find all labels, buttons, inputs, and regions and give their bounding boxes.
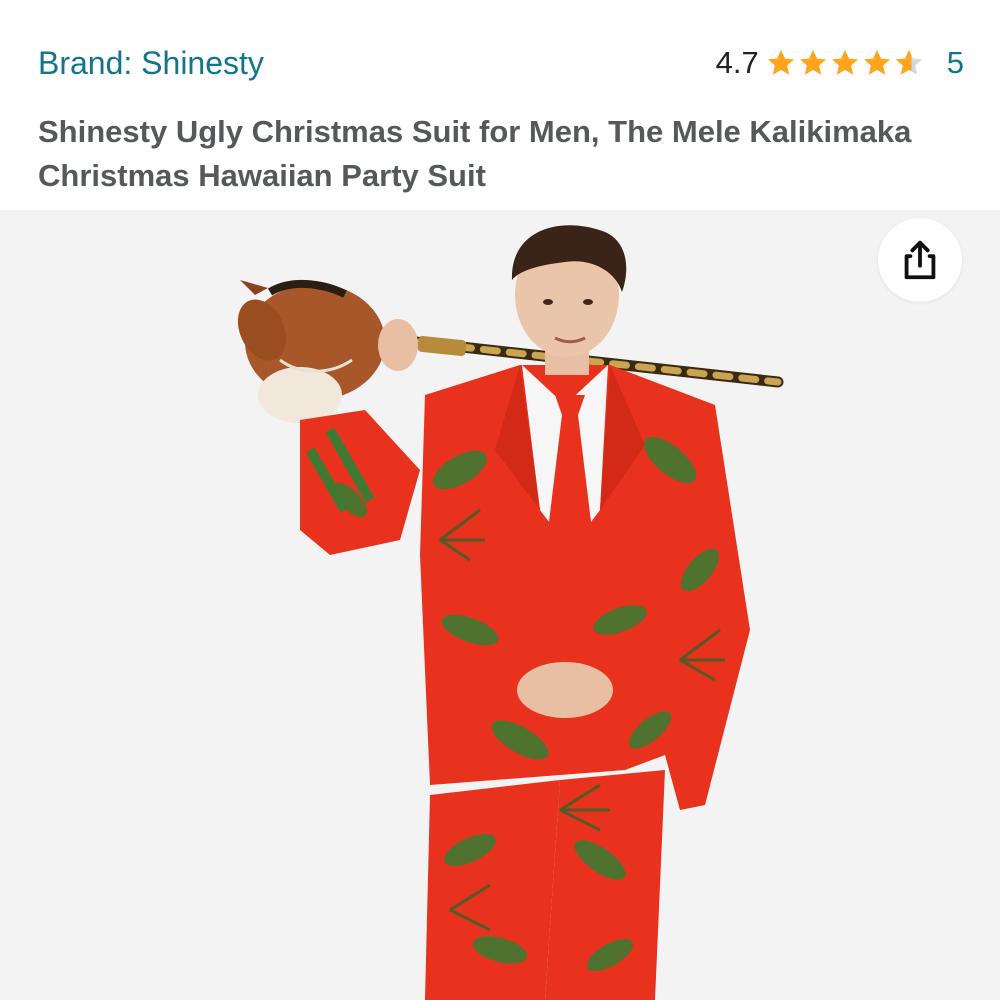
rating-summary[interactable]: 4.7 5 xyxy=(716,44,964,82)
star-rating xyxy=(765,48,925,78)
product-photo xyxy=(237,225,784,1000)
share-button[interactable] xyxy=(878,218,962,302)
star-icon xyxy=(799,49,826,75)
star-icon xyxy=(831,49,858,75)
product-header: Brand: Shinesty 4.7 5 xyxy=(0,0,1000,100)
share-icon xyxy=(904,240,936,280)
rating-count-link[interactable]: 5 xyxy=(947,44,964,82)
product-title: Shinesty Ugly Christmas Suit for Men, Th… xyxy=(38,114,912,193)
rating-value: 4.7 xyxy=(715,45,759,80)
product-image[interactable] xyxy=(0,210,1000,1000)
star-half-icon xyxy=(895,49,922,75)
star-icon xyxy=(767,49,794,75)
star-icon xyxy=(863,49,890,75)
brand-link[interactable]: Brand: Shinesty xyxy=(38,44,264,82)
